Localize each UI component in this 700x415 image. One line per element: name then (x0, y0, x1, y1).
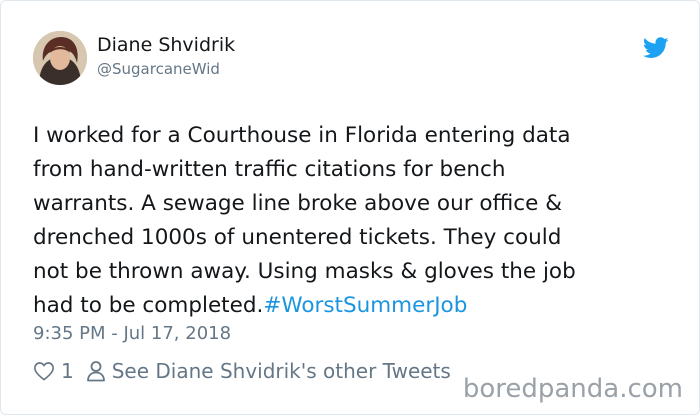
heart-icon[interactable] (33, 361, 55, 381)
tweet-text-line: drenched 1000s of unentered tickets. The… (33, 225, 562, 250)
watermark: boredpanda.com (462, 374, 683, 404)
tweet-text: I worked for a Courthouse in Florida ent… (33, 119, 673, 323)
author-handle[interactable]: @SugarcaneWid (97, 60, 220, 78)
tweet-text-line: warrants. A sewage line broke above our … (33, 191, 562, 216)
avatar-image (33, 31, 87, 85)
twitter-bird-icon[interactable] (643, 37, 669, 59)
tweet-card: Diane Shvidrik @SugarcaneWid I worked fo… (0, 0, 700, 415)
tweet-text-line: from hand-written traffic citations for … (33, 157, 506, 182)
tweet-text-line: had to be completed. (33, 293, 264, 318)
tweet-timestamp[interactable]: 9:35 PM - Jul 17, 2018 (33, 323, 231, 344)
tweet-text-line: not be thrown away. Using masks & gloves… (33, 259, 576, 284)
person-icon (86, 361, 105, 382)
tweet-text-last-line: had to be completed.#WorstSummerJob (33, 289, 673, 323)
tweet-text-line: I worked for a Courthouse in Florida ent… (33, 123, 571, 148)
author-name[interactable]: Diane Shvidrik (97, 34, 235, 56)
see-other-tweets-link[interactable]: See Diane Shvidrik's other Tweets (112, 359, 451, 383)
avatar[interactable] (33, 31, 87, 85)
hashtag-link[interactable]: #WorstSummerJob (263, 293, 467, 318)
tweet-actions: 1 See Diane Shvidrik's other Tweets (33, 359, 451, 383)
like-count[interactable]: 1 (61, 359, 74, 383)
